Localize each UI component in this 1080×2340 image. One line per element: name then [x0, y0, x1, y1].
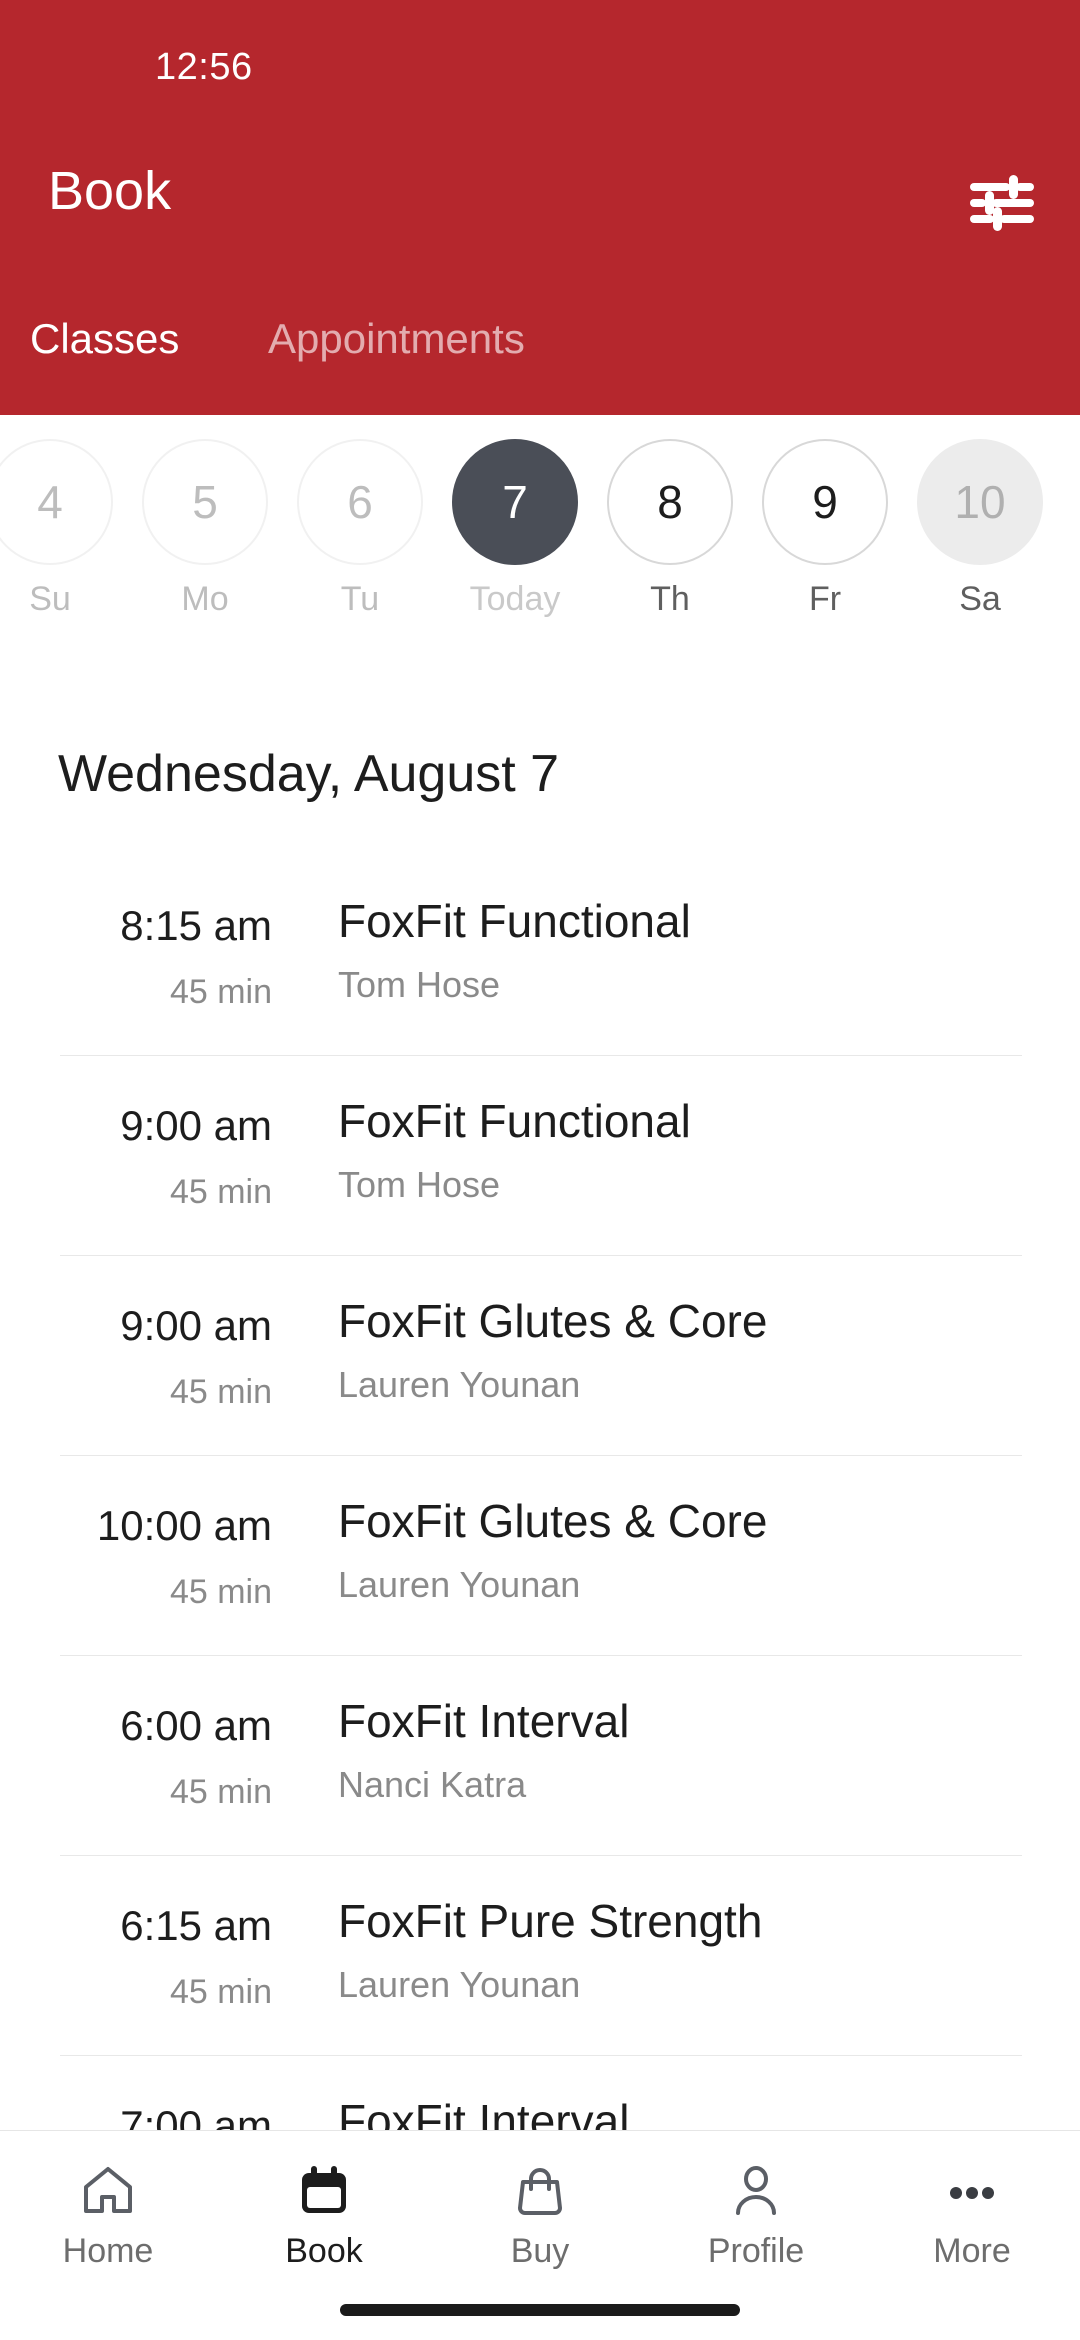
table-row[interactable]: 6:15 am 45 min FoxFit Pure Strength Laur… [0, 1855, 1080, 2055]
nav-label: Buy [510, 2232, 570, 2270]
date-weekday: Fr [808, 580, 842, 618]
nav-label: More [933, 2232, 1011, 2270]
date-weekday: Su [29, 580, 71, 618]
class-instructor: Lauren Younan [338, 1364, 581, 1405]
class-time: 10:00 am [96, 1502, 272, 1549]
date-cell-today[interactable]: 7 Today [440, 439, 590, 639]
row-divider [60, 1455, 1022, 1456]
row-divider [60, 1855, 1022, 1856]
class-time: 6:15 am [120, 1902, 272, 1949]
class-instructor: Lauren Younan [338, 1964, 581, 2005]
class-name: FoxFit Pure Strength [338, 1895, 763, 1947]
table-row[interactable]: 9:00 am 45 min FoxFit Glutes & Core Laur… [0, 1255, 1080, 1455]
date-number: 8 [607, 439, 733, 565]
row-divider [60, 1655, 1022, 1656]
date-cell-6[interactable]: 10 Sa [905, 439, 1055, 639]
home-indicator [340, 2304, 740, 2316]
date-number: 9 [762, 439, 888, 565]
class-duration: 45 min [169, 1173, 272, 1211]
header-tabs: Classes Appointments [0, 315, 1080, 405]
tab-appointments[interactable]: Appointments [268, 315, 525, 363]
table-row[interactable]: 9:00 am 45 min FoxFit Functional Tom Hos… [0, 1055, 1080, 1255]
class-list[interactable]: 8:15 am 45 min FoxFit Functional Tom Hos… [0, 855, 1080, 2130]
date-cell-0[interactable]: 4 Su [0, 439, 125, 639]
bag-icon [512, 2163, 568, 2219]
row-divider [60, 1055, 1022, 1056]
date-number: 7 [452, 439, 578, 565]
row-divider [60, 2055, 1022, 2056]
ellipsis-icon [944, 2163, 1000, 2219]
class-name: FoxFit Functional [338, 895, 691, 947]
date-weekday: Tu [340, 580, 380, 618]
date-number: 10 [917, 439, 1043, 565]
date-number: 4 [0, 439, 113, 565]
class-time: 8:15 am [120, 902, 272, 949]
nav-item-buy[interactable]: Buy [432, 2131, 648, 2301]
date-number: 6 [297, 439, 423, 565]
status-bar: 12:56 [0, 0, 1080, 105]
table-row[interactable]: 7:00 am FoxFit Interval [0, 2055, 1080, 2130]
class-name: FoxFit Functional [338, 1095, 691, 1147]
class-name: FoxFit Interval [338, 2095, 630, 2130]
date-weekday: Th [650, 580, 690, 618]
date-cell-2[interactable]: 6 Tu [285, 439, 435, 639]
class-name: FoxFit Glutes & Core [338, 1495, 768, 1547]
class-time: 9:00 am [120, 1102, 272, 1149]
class-name: FoxFit Glutes & Core [338, 1295, 768, 1347]
bottom-navigation: Home Book Buy Profile More [0, 2130, 1080, 2340]
class-duration: 45 min [169, 1573, 272, 1611]
nav-label: Profile [707, 2232, 805, 2270]
class-time: 7:00 am [120, 2102, 272, 2131]
class-time: 6:00 am [120, 1702, 272, 1749]
app-screen: 12:56 Book Classes Appointments 4 Su 5 M… [0, 0, 1080, 2340]
table-row[interactable]: 10:00 am 45 min FoxFit Glutes & Core Lau… [0, 1455, 1080, 1655]
class-instructor: Tom Hose [338, 964, 501, 1005]
row-divider [60, 1255, 1022, 1256]
class-name: FoxFit Interval [338, 1695, 630, 1747]
sliders-filter-icon[interactable] [966, 172, 1038, 234]
page-title: Book [48, 161, 172, 221]
class-instructor: Tom Hose [338, 1164, 501, 1205]
date-weekday: Sa [959, 580, 1001, 618]
class-instructor: Nanci Katra [338, 1764, 527, 1805]
date-cell-1[interactable]: 5 Mo [130, 439, 280, 639]
nav-item-more[interactable]: More [864, 2131, 1080, 2301]
schedule-date-heading: Wednesday, August 7 [58, 745, 560, 803]
date-weekday: Mo [181, 580, 229, 618]
nav-item-profile[interactable]: Profile [648, 2131, 864, 2301]
tab-classes[interactable]: Classes [30, 315, 179, 363]
class-duration: 45 min [169, 973, 272, 1011]
nav-label: Home [62, 2232, 154, 2270]
date-strip[interactable]: 4 Su 5 Mo 6 Tu 7 Today 8 Th 9 Fr 10 Sa [0, 415, 1080, 660]
table-row[interactable]: 6:00 am 45 min FoxFit Interval Nanci Kat… [0, 1655, 1080, 1855]
calendar-icon [296, 2163, 352, 2219]
nav-item-book[interactable]: Book [216, 2131, 432, 2301]
class-duration: 45 min [169, 1773, 272, 1811]
status-bar-clock: 12:56 [155, 46, 253, 88]
app-header: 12:56 Book Classes Appointments [0, 0, 1080, 415]
date-number: 5 [142, 439, 268, 565]
class-duration: 45 min [169, 1373, 272, 1411]
class-time: 9:00 am [120, 1302, 272, 1349]
nav-label: Book [285, 2232, 363, 2270]
date-cell-5[interactable]: 9 Fr [750, 439, 900, 639]
date-weekday: Today [469, 580, 561, 618]
date-cell-4[interactable]: 8 Th [595, 439, 745, 639]
class-instructor: Lauren Younan [338, 1564, 581, 1605]
table-row[interactable]: 8:15 am 45 min FoxFit Functional Tom Hos… [0, 855, 1080, 1055]
home-icon [80, 2163, 136, 2219]
person-icon [728, 2163, 784, 2219]
nav-item-home[interactable]: Home [0, 2131, 216, 2301]
class-duration: 45 min [169, 1973, 272, 2011]
